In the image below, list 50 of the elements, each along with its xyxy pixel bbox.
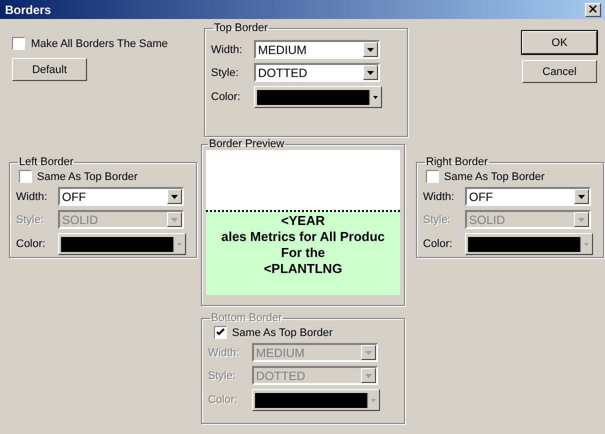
checkbox[interactable] — [12, 37, 25, 50]
field-label: Style: — [423, 214, 452, 226]
field-label: Style: — [211, 66, 240, 78]
dropdown[interactable]: MEDIUM — [254, 40, 380, 59]
checkbox-label: Same As Top Border — [444, 170, 545, 182]
caret-icon — [361, 368, 376, 383]
default-button[interactable]: Default — [12, 58, 87, 81]
dropdown[interactable]: DOTTED — [254, 63, 380, 82]
field-label: Width: — [16, 190, 48, 202]
caret-icon — [363, 42, 378, 57]
group-title: Left Border — [18, 156, 74, 168]
group-title: Border Preview — [208, 138, 286, 150]
field-label: Width: — [211, 44, 244, 56]
preview-text: For the — [280, 245, 326, 261]
checkbox-label: Same As Top Border — [232, 326, 333, 338]
dropdown[interactable]: OFF — [465, 187, 591, 206]
caret-icon — [583, 242, 590, 246]
caret-icon — [574, 189, 589, 204]
color-picker[interactable] — [254, 86, 382, 108]
dropdown[interactable]: OFF — [58, 187, 184, 206]
field-label: Width: — [423, 190, 456, 202]
close-button[interactable]: × — [585, 2, 601, 16]
checkbox[interactable] — [426, 170, 439, 183]
checkbox-label: Make All Borders The Same — [31, 38, 168, 50]
group-title: Top Border — [213, 22, 269, 34]
preview-text: ales Metrics for All Produc — [221, 229, 385, 245]
caret-icon — [372, 96, 379, 98]
preview-text: <YEAR — [281, 213, 325, 229]
field-label: Color: — [423, 238, 454, 250]
caret-icon — [363, 65, 378, 80]
field-label: Style: — [16, 214, 45, 226]
dialog-button[interactable]: Cancel — [522, 60, 597, 83]
field-label: Color: — [208, 394, 238, 406]
group-title: Bottom Border — [210, 312, 283, 324]
field-label: Color: — [211, 91, 242, 103]
field-label: Color: — [16, 238, 46, 250]
field-label: Style: — [208, 370, 237, 382]
caret-icon — [361, 345, 376, 360]
checkbox-label: Same As Top Border — [37, 170, 138, 182]
preview-text: <PLANTLNG — [264, 261, 342, 277]
checkbox[interactable] — [19, 170, 32, 183]
caret-icon — [167, 189, 182, 204]
caret-icon — [176, 242, 183, 246]
group-title: Right Border — [425, 156, 489, 168]
field-label: Width: — [208, 346, 240, 358]
window-title: Borders — [5, 2, 52, 16]
caret-icon — [370, 398, 377, 402]
caret-icon — [167, 212, 182, 227]
dialog-button[interactable]: OK — [522, 31, 597, 54]
caret-icon — [574, 212, 589, 227]
